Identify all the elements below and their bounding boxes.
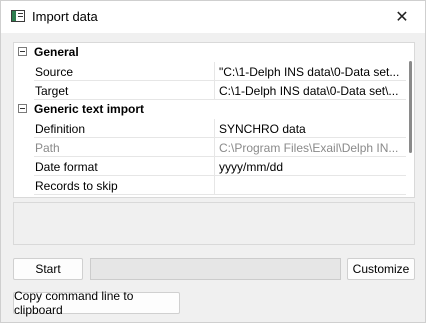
property-row-target[interactable]: Target C:\1-Delph INS data\0-Data set\..… <box>14 81 406 100</box>
property-name: Date format <box>34 157 215 176</box>
close-button[interactable]: ✕ <box>379 1 425 33</box>
import-data-dialog: Import data ✕ General Source "C:\1-Delph… <box>0 0 426 323</box>
start-button[interactable]: Start <box>13 258 83 280</box>
property-name: Target <box>34 81 215 100</box>
category-general[interactable]: General <box>14 43 406 62</box>
category-label: Generic text import <box>34 102 145 116</box>
description-panel <box>13 202 415 245</box>
property-value-source[interactable]: "C:\1-Delph INS data\0-Data set... <box>215 62 406 81</box>
property-name: Path <box>34 138 215 157</box>
customize-button[interactable]: Customize <box>347 258 415 280</box>
property-value-definition[interactable]: SYNCHRO data <box>215 119 406 138</box>
property-grid: General Source "C:\1-Delph INS data\0-Da… <box>13 42 415 198</box>
collapse-icon[interactable] <box>18 104 27 113</box>
scrollbar-thumb[interactable] <box>409 61 412 153</box>
app-window-icon <box>11 10 25 22</box>
property-name: Source <box>34 62 215 81</box>
close-icon: ✕ <box>395 9 409 26</box>
window-title: Import data <box>32 9 98 24</box>
property-value-target[interactable]: C:\1-Delph INS data\0-Data set\... <box>215 81 406 100</box>
collapse-icon[interactable] <box>18 47 27 56</box>
property-row-path: Path C:\Program Files\Exail\Delph IN... <box>14 138 406 157</box>
property-value-date-format[interactable]: yyyy/mm/dd <box>215 157 406 176</box>
property-row-date-format[interactable]: Date format yyyy/mm/dd <box>14 157 406 176</box>
progress-bar <box>90 258 341 280</box>
property-row-records-to-skip[interactable]: Records to skip <box>14 176 406 195</box>
property-name: Records to skip <box>34 176 215 195</box>
property-row-source[interactable]: Source "C:\1-Delph INS data\0-Data set..… <box>14 62 406 81</box>
property-value-path: C:\Program Files\Exail\Delph IN... <box>215 138 406 157</box>
copy-command-line-button[interactable]: Copy command line to clipboard <box>13 289 180 317</box>
vertical-scrollbar[interactable] <box>406 43 414 197</box>
category-label: General <box>34 45 79 59</box>
property-value-records-to-skip[interactable] <box>215 176 406 195</box>
category-generic-text-import[interactable]: Generic text import <box>14 100 406 119</box>
property-name: Definition <box>34 119 215 138</box>
title-bar: Import data ✕ <box>1 1 425 33</box>
property-row-definition[interactable]: Definition SYNCHRO data <box>14 119 406 138</box>
